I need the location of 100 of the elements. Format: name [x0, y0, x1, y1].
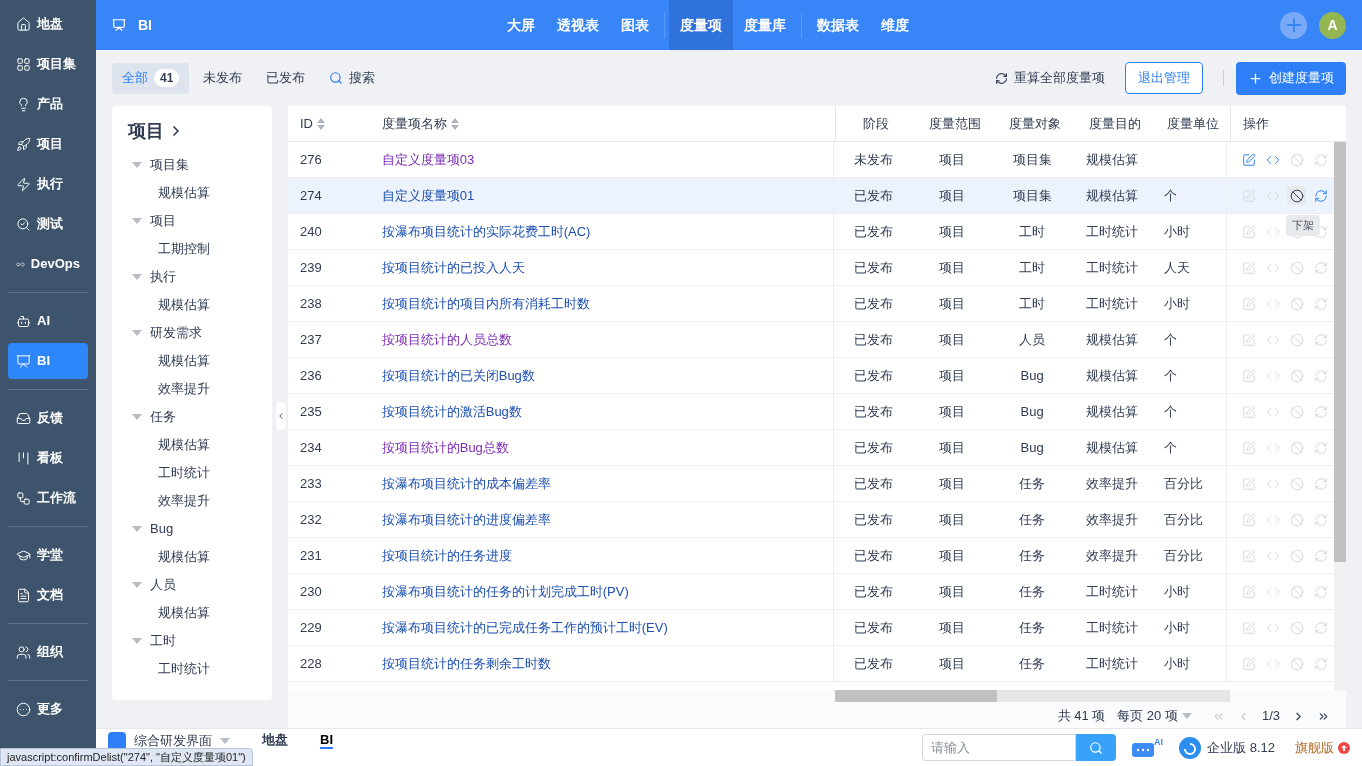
nav-item[interactable]: 反馈 — [8, 400, 88, 436]
column-header[interactable]: 度量单位 — [1155, 106, 1230, 141]
search-button[interactable] — [1076, 734, 1117, 761]
metric-name-link[interactable]: 按瀑布项目统计的任务的计划完成工时(PV) — [381, 581, 629, 602]
tree-title[interactable]: 项目 — [128, 116, 272, 146]
metric-name-link[interactable]: 按项目统计的Bug总数 — [381, 437, 509, 458]
tree-leaf[interactable]: 工时统计 — [128, 459, 272, 487]
nav-item[interactable]: 学堂 — [8, 537, 88, 573]
tree-leaf[interactable]: 工期控制 — [128, 235, 272, 263]
top-tab[interactable]: 数据表 — [806, 0, 870, 50]
nav-item[interactable]: 工作流 — [8, 480, 88, 516]
scrollbar-thumb[interactable] — [835, 690, 997, 702]
top-tab[interactable]: 透视表 — [546, 0, 610, 50]
nav-item[interactable]: 地盘 — [8, 6, 88, 42]
upgrade-link[interactable]: 旗舰版 — [1295, 737, 1350, 758]
nav-item[interactable]: 项目集 — [8, 46, 88, 82]
bottom-tab[interactable]: BI — [320, 732, 333, 749]
metric-name-link[interactable]: 按项目统计的项目内所有消耗工时数 — [381, 293, 590, 314]
metric-name-link[interactable]: 按瀑布项目统计的已完成任务工作的预计工时(EV) — [381, 617, 668, 638]
ban-action-icon[interactable] — [1287, 186, 1307, 205]
filter-tab[interactable]: 全部 41 — [112, 62, 190, 94]
metric-name-link[interactable]: 按项目统计的已关闭Bug数 — [381, 365, 535, 386]
sort-icon[interactable] — [317, 117, 325, 130]
column-header[interactable]: 度量范围 — [915, 106, 995, 141]
create-metric-button[interactable]: 创建度量项 — [1236, 61, 1346, 95]
metric-name-link[interactable]: 按项目统计的已投入人天 — [381, 257, 525, 278]
table-row[interactable]: 232 按瀑布项目统计的进度偏差率 已发布 项目 任务 效率提升 百分比 — [288, 502, 1334, 538]
tree-leaf[interactable]: 效率提升 — [128, 487, 272, 515]
column-header[interactable]: ID — [288, 106, 370, 141]
table-row[interactable]: 234 按项目统计的Bug总数 已发布 项目 Bug 规模估算 个 — [288, 430, 1334, 466]
metric-name-link[interactable]: 按项目统计的任务进度 — [381, 545, 512, 566]
nav-item[interactable]: AI — [8, 303, 88, 339]
metric-name-link[interactable]: 按瀑布项目统计的实际花费工时(AC) — [381, 221, 591, 242]
tree-node[interactable]: 研发需求 — [128, 319, 272, 347]
tree-leaf[interactable]: 规模估算 — [128, 291, 272, 319]
tree-leaf[interactable]: 规模估算 — [128, 431, 272, 459]
table-row[interactable]: 274 自定义度量项01 已发布 项目 项目集 规模估算 个 — [288, 178, 1334, 214]
metric-name-link[interactable]: 按项目统计的人员总数 — [381, 329, 512, 350]
top-tab[interactable]: 图表 — [610, 0, 660, 50]
top-tab[interactable]: 维度 — [870, 0, 920, 50]
bottom-tab[interactable]: 地盘 — [262, 732, 288, 749]
column-header[interactable]: 度量项名称 — [370, 106, 835, 141]
add-button[interactable] — [1280, 11, 1307, 39]
table-row[interactable]: 237 按项目统计的人员总数 已发布 项目 人员 规模估算 个 — [288, 322, 1334, 358]
table-row[interactable]: 229 按瀑布项目统计的已完成任务工作的预计工时(EV) 已发布 项目 任务 工时统计 小时 — [288, 610, 1334, 646]
nav-item[interactable]: 产品 — [8, 86, 88, 122]
metric-name-link[interactable]: 自定义度量项03 — [381, 149, 475, 170]
metric-name-link[interactable]: 按项目统计的任务剩余工时数 — [381, 653, 551, 674]
metric-name-link[interactable]: 按瀑布项目统计的进度偏差率 — [381, 509, 551, 530]
metric-name-link[interactable]: 按项目统计的激活Bug数 — [381, 401, 522, 422]
search-button[interactable]: 搜索 — [319, 62, 386, 94]
table-row[interactable]: 228 按项目统计的任务剩余工时数 已发布 项目 任务 工时统计 小时 — [288, 646, 1334, 682]
metric-name-link[interactable]: 自定义度量项01 — [381, 185, 475, 206]
table-row[interactable]: 236 按项目统计的已关闭Bug数 已发布 项目 Bug 规模估算 个 — [288, 358, 1334, 394]
column-header[interactable]: 操作 — [1230, 106, 1338, 141]
table-row[interactable]: 230 按瀑布项目统计的任务的计划完成工时(PV) 已发布 项目 任务 工时统计 小时 — [288, 574, 1334, 610]
nav-item[interactable]: 测试 — [8, 206, 88, 242]
table-row[interactable]: 276 自定义度量项03 未发布 项目 项目集 规模估算 — [288, 142, 1334, 178]
tree-leaf[interactable]: 规模估算 — [128, 347, 272, 375]
per-page-select[interactable]: 每页 20 项 — [1117, 706, 1192, 726]
nav-item[interactable]: 看板 — [8, 440, 88, 476]
sort-icon[interactable] — [451, 117, 459, 130]
recalc-all-button[interactable]: 重算全部度量项 — [995, 68, 1105, 88]
tree-leaf[interactable]: 规模估算 — [128, 179, 272, 207]
scrollbar-thumb[interactable] — [1334, 142, 1346, 562]
table-row[interactable]: 235 按项目统计的激活Bug数 已发布 项目 Bug 规模估算 个 — [288, 394, 1334, 430]
top-tab[interactable]: 度量库 — [733, 0, 797, 50]
tree-node[interactable]: 执行 — [128, 263, 272, 291]
collapse-handle[interactable] — [276, 402, 286, 430]
search-field[interactable]: 请输入 — [922, 734, 1077, 761]
top-tab[interactable]: 度量项 — [669, 0, 733, 50]
nav-item[interactable]: DevOps — [8, 246, 88, 282]
column-header[interactable]: 度量目的 — [1075, 106, 1155, 141]
column-header[interactable]: 度量对象 — [995, 106, 1075, 141]
tree-leaf[interactable]: 规模估算 — [128, 599, 272, 627]
tree-node[interactable]: 项目 — [128, 207, 272, 235]
nav-item[interactable]: 项目 — [8, 126, 88, 162]
metric-name-link[interactable]: 按瀑布项目统计的成本偏差率 — [381, 473, 551, 494]
nav-item[interactable]: 执行 — [8, 166, 88, 202]
table-row[interactable]: 239 按项目统计的已投入人天 已发布 项目 工时 工时统计 人天 — [288, 250, 1334, 286]
nav-item[interactable]: 组织 — [8, 634, 88, 670]
top-tab[interactable]: 大屏 — [496, 0, 546, 50]
exit-manage-button[interactable]: 退出管理 — [1125, 62, 1203, 94]
tree-node[interactable]: 工时 — [128, 627, 272, 655]
filter-tab[interactable]: 已发布 — [256, 62, 316, 94]
tree-node[interactable]: 任务 — [128, 403, 272, 431]
column-header[interactable]: 阶段 — [835, 106, 915, 141]
nav-item[interactable]: BI — [8, 343, 88, 379]
tree-leaf[interactable]: 规模估算 — [128, 543, 272, 571]
table-row[interactable]: 238 按项目统计的项目内所有消耗工时数 已发布 项目 工时 工时统计 小时 — [288, 286, 1334, 322]
tree-node[interactable]: 人员 — [128, 571, 272, 599]
nav-item[interactable]: 更多 — [8, 691, 88, 727]
tree-node[interactable]: 项目集 — [128, 151, 272, 179]
ai-chat-button[interactable]: AI — [1132, 737, 1164, 758]
table-row[interactable]: 233 按瀑布项目统计的成本偏差率 已发布 项目 任务 效率提升 百分比 — [288, 466, 1334, 502]
tree-node[interactable]: Bug — [128, 515, 272, 543]
nav-item[interactable]: 文档 — [8, 577, 88, 613]
filter-tab[interactable]: 未发布 — [193, 62, 253, 94]
tree-leaf[interactable]: 工时统计 — [128, 655, 272, 683]
table-row[interactable]: 231 按项目统计的任务进度 已发布 项目 任务 效率提升 百分比 — [288, 538, 1334, 574]
